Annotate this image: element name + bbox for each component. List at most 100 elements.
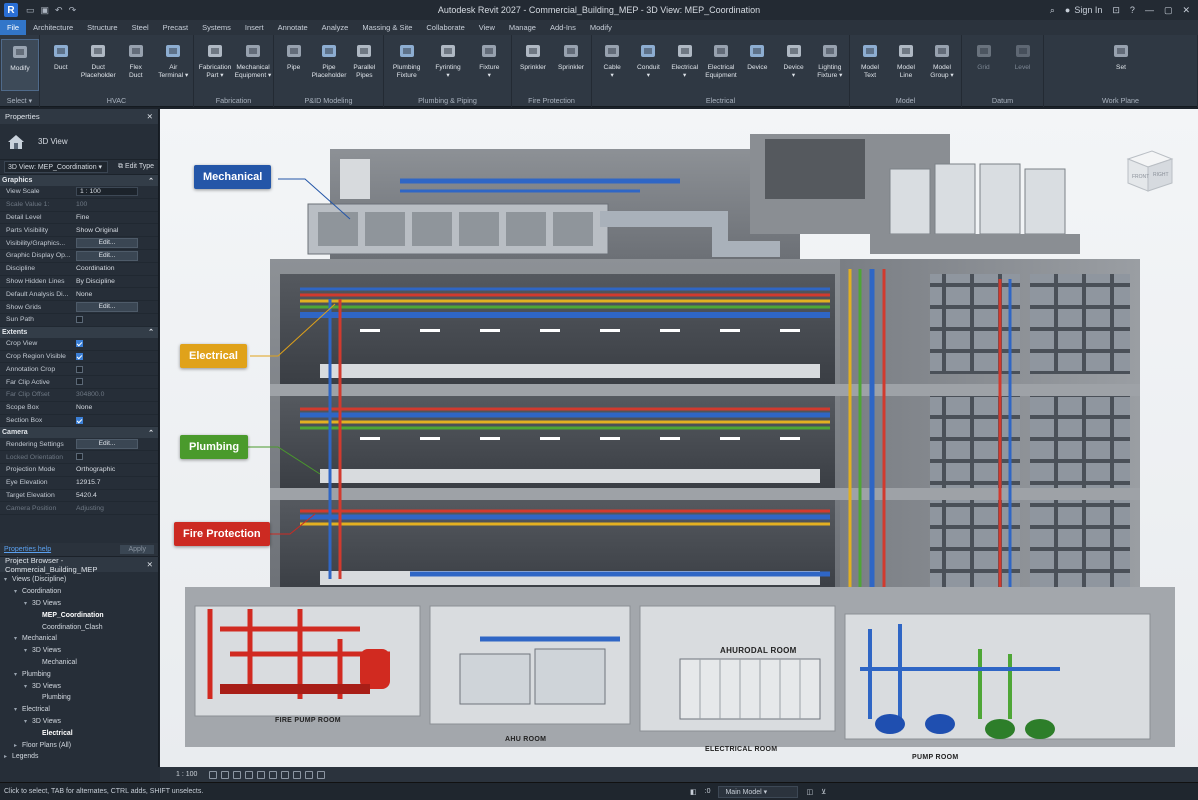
set-button[interactable]: Set	[1102, 39, 1140, 91]
property-value[interactable]: 12915.7	[72, 479, 158, 486]
detail-level-icon[interactable]	[209, 770, 218, 779]
tree-node[interactable]: MEP_Coordination	[0, 609, 158, 621]
checkbox[interactable]	[76, 378, 83, 386]
help-icon[interactable]: ?	[1130, 5, 1135, 15]
electrical-equipment-button[interactable]: Electrical Equipment	[702, 39, 740, 91]
expand-icon[interactable]: ▾	[14, 671, 22, 678]
view-selector-dropdown[interactable]: 3D View: MEP_Coordination ▾	[4, 161, 108, 173]
shadows-icon[interactable]	[245, 770, 254, 779]
tree-node[interactable]: Plumbing	[0, 692, 158, 704]
view-cube[interactable]: FRONT RIGHT	[1120, 145, 1180, 205]
reveal-hidden-icon[interactable]	[317, 770, 326, 779]
collapse-icon[interactable]: ⌃	[148, 328, 154, 336]
property-value[interactable]: Adjusting	[72, 505, 158, 512]
active-model-selector[interactable]: Main Model ▾	[718, 785, 799, 798]
redo-icon[interactable]: ↷	[69, 5, 77, 16]
cable-button[interactable]: Cable ▾	[593, 39, 631, 91]
view-cube-right[interactable]: RIGHT	[1153, 172, 1169, 178]
close-icon[interactable]: ✕	[147, 560, 153, 569]
apply-button[interactable]: Apply	[120, 545, 154, 554]
sun-path-icon[interactable]	[233, 770, 242, 779]
search-icon[interactable]: ⌕	[1050, 5, 1055, 16]
fyrinting-button[interactable]: Fyrinting ▾	[429, 39, 467, 91]
sprinkler-button[interactable]: Sprinkler	[514, 39, 552, 91]
air-terminal-button[interactable]: Air Terminal ▾	[154, 39, 192, 91]
property-value[interactable]: None	[72, 291, 158, 298]
ribbon-panel-title[interactable]: HVAC	[40, 96, 193, 105]
undo-icon[interactable]: ↶	[55, 5, 63, 16]
edit-button[interactable]: Edit...	[76, 250, 138, 261]
ribbon-panel-title[interactable]: Model	[850, 96, 961, 105]
building-model-3d[interactable]	[160, 109, 1198, 767]
properties-help-link[interactable]: Properties help	[4, 546, 51, 553]
view-cube-front[interactable]: FRONT	[1132, 174, 1149, 180]
crop-view-icon[interactable]	[269, 770, 278, 779]
tab-systems[interactable]: Systems	[195, 20, 238, 35]
ribbon-panel-title[interactable]: Fire Protection	[512, 96, 591, 105]
model-line-button[interactable]: Model Line	[887, 39, 925, 91]
checkbox[interactable]	[76, 340, 83, 348]
tree-node[interactable]: ▾ Plumbing	[0, 668, 158, 680]
folder-icon[interactable]: ▭	[26, 5, 35, 16]
collapse-icon[interactable]: ⌃	[148, 429, 154, 437]
tab-massing-site[interactable]: Massing & Site	[355, 20, 419, 35]
tree-node[interactable]: ▾ 3D Views	[0, 716, 158, 728]
ribbon-panel-title[interactable]: Select ▾	[0, 96, 39, 105]
mechanical-equipment-button[interactable]: Mechanical Equipment ▾	[234, 39, 272, 91]
expand-icon[interactable]: ▾	[24, 718, 32, 725]
checkbox[interactable]	[76, 453, 83, 461]
edit-button[interactable]: Edit...	[76, 238, 138, 249]
section-camera[interactable]: Camera ⌃	[0, 427, 158, 439]
checkbox[interactable]	[76, 352, 83, 360]
modify-button[interactable]: Modify	[1, 39, 39, 91]
section-extents[interactable]: Extents ⌃	[0, 326, 158, 338]
tab-manage[interactable]: Manage	[502, 20, 543, 35]
crop-region-icon[interactable]	[281, 770, 290, 779]
lighting-fixture-button[interactable]: Lighting Fixture ▾	[811, 39, 849, 91]
pipe-button[interactable]: Pipe	[275, 39, 313, 91]
design-options-icon[interactable]: ◫	[806, 788, 813, 796]
maximize-icon[interactable]: ▢	[1164, 5, 1173, 16]
edit-type-button[interactable]: ⧉ Edit Type	[118, 163, 154, 171]
tree-node[interactable]: ▾ Coordination	[0, 586, 158, 598]
tree-node[interactable]: Electrical	[0, 727, 158, 739]
close-icon[interactable]: ✕	[147, 112, 153, 121]
pipe-placeholder-button[interactable]: Pipe Placeholder	[310, 39, 348, 91]
tab-modify[interactable]: Modify	[583, 20, 619, 35]
electrical-button[interactable]: Electrical ▾	[666, 39, 704, 91]
parallel-pipes-button[interactable]: Parallel Pipes	[345, 39, 383, 91]
duct-placeholder-button[interactable]: Duct Placeholder	[79, 39, 117, 91]
property-value[interactable]: 5420.4	[72, 492, 158, 499]
minimize-icon[interactable]: —	[1145, 5, 1154, 15]
type-selector[interactable]: 3D View	[0, 124, 158, 160]
checkbox[interactable]	[76, 365, 83, 373]
tab-architecture[interactable]: Architecture	[26, 20, 80, 35]
conduit-button[interactable]: Conduit ▾	[629, 39, 667, 91]
tab-structure[interactable]: Structure	[80, 20, 124, 35]
tab-analyze[interactable]: Analyze	[315, 20, 356, 35]
collapse-icon[interactable]: ⌃	[148, 177, 154, 185]
fixture-button[interactable]: Fixture ▾	[470, 39, 508, 91]
close-icon[interactable]: ✕	[1182, 5, 1190, 16]
property-value[interactable]: 100	[72, 201, 158, 208]
tree-node[interactable]: ▾ 3D Views	[0, 598, 158, 610]
tree-node[interactable]: ▾ 3D Views	[0, 645, 158, 657]
duct-button[interactable]: Duct	[42, 39, 80, 91]
tab-insert[interactable]: Insert	[238, 20, 271, 35]
ribbon-panel-title[interactable]: Datum	[962, 96, 1043, 105]
edit-button[interactable]: Edit...	[76, 439, 138, 450]
expand-icon[interactable]: ▾	[24, 683, 32, 690]
tab-file[interactable]: File	[0, 20, 27, 35]
model-group-button[interactable]: Model Group ▾	[923, 39, 961, 91]
ribbon-panel-title[interactable]: Work Plane	[1044, 96, 1197, 105]
ribbon-panel-title[interactable]: Electrical	[592, 96, 849, 105]
grid-button[interactable]: Grid	[965, 39, 1003, 91]
tab-view[interactable]: View	[472, 20, 502, 35]
flex-duct-button[interactable]: Flex Duct	[117, 39, 155, 91]
revit-logo-icon[interactable]: R	[4, 3, 18, 17]
tab-annotate[interactable]: Annotate	[271, 20, 315, 35]
tree-node[interactable]: ▸ Floor Plans (All)	[0, 739, 158, 751]
edit-button[interactable]: Edit...	[76, 302, 138, 313]
lock-view-icon[interactable]	[293, 770, 302, 779]
property-value[interactable]: Orthographic	[72, 466, 158, 473]
